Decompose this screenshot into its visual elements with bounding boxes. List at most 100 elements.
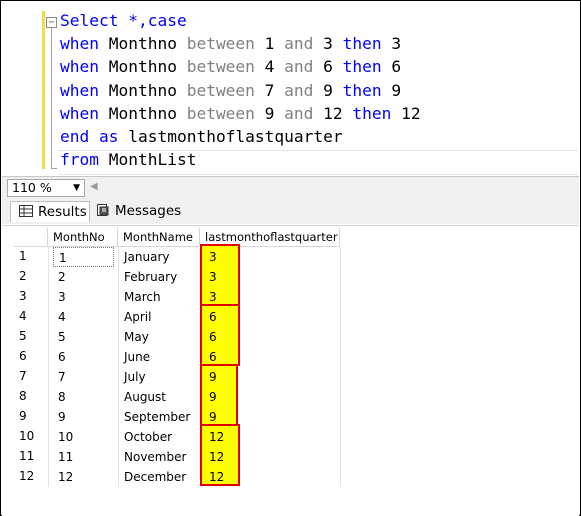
sql-keyword: when: [60, 57, 109, 77]
cell-lastmonthoflastquarter[interactable]: 12: [209, 430, 224, 444]
sql-operator: between: [186, 103, 265, 123]
cell-lastmonthoflastquarter[interactable]: 9: [209, 370, 217, 384]
row-number[interactable]: 6: [19, 349, 27, 363]
row-number[interactable]: 11: [19, 449, 34, 463]
grid-column-line: [48, 247, 49, 487]
cell-monthname[interactable]: March: [119, 287, 199, 307]
sql-operator: and: [284, 34, 324, 54]
cell-monthno[interactable]: 7: [53, 367, 114, 387]
code-line[interactable]: when Monthno between 4 and 6 then 6: [60, 55, 421, 78]
grid-column-line: [340, 247, 341, 487]
quarter-highlight-box: [200, 304, 240, 366]
cell-lastmonthoflastquarter[interactable]: 9: [209, 410, 217, 424]
code-line[interactable]: when Monthno between 7 and 9 then 9: [60, 79, 421, 102]
cell-monthno[interactable]: 10: [53, 427, 114, 447]
sql-identifier: Monthno: [108, 34, 187, 54]
cell-monthname[interactable]: September: [119, 407, 199, 427]
cell-monthname[interactable]: November: [119, 447, 199, 467]
code-line[interactable]: when Monthno between 9 and 12 then 12: [60, 102, 421, 125]
code-line[interactable]: from MonthList: [60, 148, 421, 171]
sql-identifier: Monthno: [108, 57, 187, 77]
fold-guide-end: [51, 168, 57, 169]
cell-monthno[interactable]: 11: [53, 447, 114, 467]
sql-keyword: then: [342, 34, 392, 54]
cell-monthno[interactable]: 3: [53, 287, 114, 307]
results-grid[interactable]: MonthNo MonthName lastmonthoflastquarter…: [2, 225, 579, 516]
cell-lastmonthoflastquarter[interactable]: 6: [209, 330, 217, 344]
row-number[interactable]: 9: [19, 409, 27, 423]
sql-operator: between: [186, 34, 265, 54]
scroll-left-icon[interactable]: ◀: [90, 181, 98, 192]
cell-lastmonthoflastquarter[interactable]: 3: [209, 290, 217, 304]
cell-lastmonthoflastquarter[interactable]: 3: [209, 270, 217, 284]
collapse-icon[interactable]: −: [46, 17, 57, 28]
cell-monthname[interactable]: October: [119, 427, 199, 447]
tab-messages-label: Messages: [115, 203, 182, 219]
sql-identifier: 12: [401, 103, 421, 123]
cell-monthno[interactable]: 5: [53, 327, 114, 347]
sql-operator: between: [186, 57, 265, 77]
cell-monthname[interactable]: January: [119, 247, 199, 267]
sql-keyword: when: [60, 34, 109, 54]
row-number[interactable]: 12: [19, 469, 34, 483]
fold-guide: [51, 28, 52, 168]
column-header-monthname[interactable]: MonthName: [118, 228, 200, 247]
cell-monthname[interactable]: December: [119, 467, 199, 487]
grid-icon: [19, 205, 33, 217]
cell-monthname[interactable]: February: [119, 267, 199, 287]
code-line[interactable]: end as lastmonthoflastquarter: [60, 125, 421, 148]
cell-monthno[interactable]: 6: [53, 347, 114, 367]
sql-operator: and: [284, 80, 324, 100]
cell-lastmonthoflastquarter[interactable]: 12: [209, 450, 224, 464]
cell-monthno[interactable]: 8: [53, 387, 114, 407]
row-number[interactable]: 1: [19, 249, 27, 263]
sql-identifier: 9: [391, 80, 402, 100]
code-line[interactable]: Select *,case: [60, 9, 421, 32]
row-number[interactable]: 5: [19, 329, 27, 343]
cell-monthname[interactable]: June: [119, 347, 199, 367]
row-number[interactable]: 2: [19, 269, 27, 283]
results-tabs: Results Messages: [2, 198, 579, 224]
sql-identifier: Monthno: [108, 103, 187, 123]
cell-monthname[interactable]: July: [119, 367, 199, 387]
cell-monthname[interactable]: May: [119, 327, 199, 347]
row-number[interactable]: 10: [19, 429, 34, 443]
cell-monthno[interactable]: 12: [53, 467, 114, 487]
ssms-query-window: − Select *,case when Monthno between 1 an…: [0, 0, 581, 516]
quarter-highlight-box: [200, 244, 240, 306]
cell-lastmonthoflastquarter[interactable]: 6: [209, 310, 217, 324]
sql-operator: and: [284, 103, 324, 123]
code-line[interactable]: when Monthno between 1 and 3 then 3: [60, 32, 421, 55]
quarter-highlight-box: [200, 364, 238, 426]
cell-monthname[interactable]: August: [119, 387, 199, 407]
tab-results[interactable]: Results: [10, 201, 90, 222]
cell-monthno[interactable]: 9: [53, 407, 114, 427]
cell-lastmonthoflastquarter[interactable]: 9: [209, 390, 217, 404]
row-number[interactable]: 4: [19, 309, 27, 323]
sql-identifier: 12: [323, 103, 353, 123]
sql-code[interactable]: Select *,case when Monthno between 1 and …: [60, 9, 421, 171]
sql-keyword: then: [352, 103, 402, 123]
cell-lastmonthoflastquarter[interactable]: 3: [209, 250, 217, 264]
tab-results-label: Results: [38, 204, 87, 220]
sql-keyword: end as: [60, 126, 129, 146]
column-header-monthno[interactable]: MonthNo: [48, 228, 118, 247]
cell-monthno[interactable]: 1: [53, 247, 114, 267]
tab-messages[interactable]: Messages: [96, 201, 192, 222]
cell-monthname[interactable]: April: [119, 307, 199, 327]
row-number[interactable]: 8: [19, 389, 27, 403]
cell-monthno[interactable]: 4: [53, 307, 114, 327]
cell-lastmonthoflastquarter[interactable]: 12: [209, 470, 224, 484]
row-number[interactable]: 7: [19, 369, 27, 383]
cell-lastmonthoflastquarter[interactable]: 6: [209, 350, 217, 364]
sql-identifier: 6: [323, 57, 343, 77]
messages-icon: [97, 204, 109, 216]
sql-identifier: 1: [264, 34, 285, 54]
row-number[interactable]: 3: [19, 289, 27, 303]
cell-monthno[interactable]: 2: [53, 267, 114, 287]
chevron-down-icon[interactable]: ▼: [73, 180, 80, 196]
zoom-dropdown[interactable]: 110 % ▼: [7, 179, 85, 197]
sql-operator: and: [284, 57, 324, 77]
sql-editor[interactable]: − Select *,case when Monthno between 1 an…: [2, 2, 579, 175]
sql-operator: between: [186, 80, 265, 100]
